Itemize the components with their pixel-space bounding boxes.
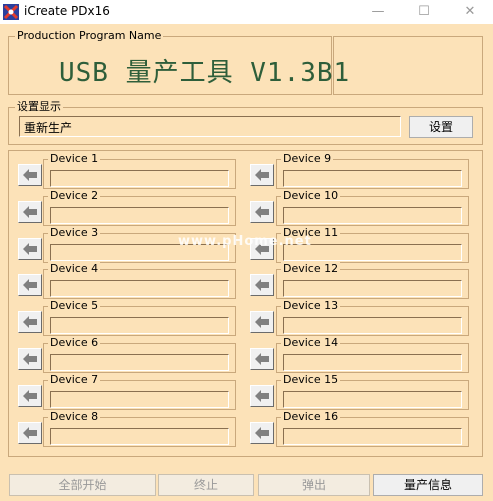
- device-slot: Device 15: [276, 373, 469, 410]
- device-label: Device 4: [48, 262, 101, 276]
- device-arrow-button[interactable]: [250, 422, 274, 444]
- device-status-field: [50, 428, 229, 445]
- device-label: Device 13: [281, 299, 341, 313]
- settings-value: 重新生产: [24, 121, 73, 135]
- device-label: Device 14: [281, 336, 341, 350]
- device-label: Device 9: [281, 152, 334, 166]
- device-arrow-button[interactable]: [18, 311, 42, 333]
- device-arrow-button[interactable]: [18, 238, 42, 260]
- minimize-button[interactable]: —: [355, 0, 401, 24]
- device-arrow-button[interactable]: [18, 274, 42, 296]
- device-status-field: [283, 280, 462, 297]
- left-arrow-icon: [23, 316, 37, 328]
- device-arrow-button[interactable]: [250, 311, 274, 333]
- device-slot: Device 6: [43, 336, 236, 373]
- device-label: Device 1: [48, 152, 101, 166]
- device-label: Device 7: [48, 373, 101, 387]
- device-status-field: [283, 317, 462, 334]
- close-button[interactable]: ✕: [447, 0, 493, 24]
- device-status-field: [283, 354, 462, 371]
- left-arrow-icon: [255, 169, 269, 181]
- watermark: www.pHome.net: [178, 234, 312, 249]
- device-status-field: [283, 170, 462, 187]
- device-slot: Device 7: [43, 373, 236, 410]
- device-slot: Device 12: [276, 262, 469, 299]
- title-bar: iCreate PDx16 — ☐ ✕: [0, 0, 493, 24]
- left-arrow-icon: [255, 279, 269, 291]
- device-label: Device 16: [281, 410, 341, 424]
- device-arrow-button[interactable]: [250, 385, 274, 407]
- device-label: Device 15: [281, 373, 341, 387]
- program-title: USB 量产工具 V1.3B1: [59, 58, 351, 88]
- device-status-field: [50, 207, 229, 224]
- window-title: iCreate PDx16: [24, 4, 110, 18]
- left-arrow-icon: [23, 427, 37, 439]
- device-status-field: [50, 317, 229, 334]
- app-logo-icon: [3, 4, 19, 20]
- left-arrow-icon: [255, 206, 269, 218]
- device-status-field: [50, 354, 229, 371]
- left-arrow-icon: [23, 243, 37, 255]
- production-info-button[interactable]: 量产信息: [373, 474, 483, 496]
- device-arrow-button[interactable]: [250, 348, 274, 370]
- device-arrow-button[interactable]: [18, 385, 42, 407]
- settings-label: 设置显示: [15, 100, 63, 114]
- device-status-field: [283, 391, 462, 408]
- device-slot: Device 10: [276, 189, 469, 226]
- device-label: Device 5: [48, 299, 101, 313]
- device-slot: Device 1: [43, 152, 236, 189]
- device-label: Device 8: [48, 410, 101, 424]
- settings-button[interactable]: 设置: [409, 116, 473, 138]
- device-arrow-button[interactable]: [250, 164, 274, 186]
- maximize-button[interactable]: ☐: [401, 0, 447, 24]
- device-arrow-button[interactable]: [250, 274, 274, 296]
- device-slot: Device 13: [276, 299, 469, 336]
- device-slot: Device 2: [43, 189, 236, 226]
- left-arrow-icon: [255, 316, 269, 328]
- device-arrow-button[interactable]: [18, 422, 42, 444]
- device-status-field: [283, 207, 462, 224]
- device-label: Device 12: [281, 262, 341, 276]
- program-name-label: Production Program Name: [15, 29, 164, 43]
- device-slot: Device 8: [43, 410, 236, 447]
- device-label: Device 2: [48, 189, 101, 203]
- device-status-field: [50, 391, 229, 408]
- device-status-field: [283, 428, 462, 445]
- device-slot: Device 4: [43, 262, 236, 299]
- eject-button[interactable]: 弹出: [258, 474, 370, 496]
- settings-display-field: 重新生产: [19, 116, 401, 137]
- left-arrow-icon: [255, 427, 269, 439]
- start-all-button[interactable]: 全部开始: [9, 474, 156, 496]
- device-slot: Device 5: [43, 299, 236, 336]
- program-extra-box: [333, 36, 483, 95]
- stop-button[interactable]: 终止: [158, 474, 254, 496]
- left-arrow-icon: [23, 169, 37, 181]
- device-arrow-button[interactable]: [18, 348, 42, 370]
- left-arrow-icon: [23, 279, 37, 291]
- device-slot: Device 14: [276, 336, 469, 373]
- device-label: Device 3: [48, 226, 101, 240]
- device-slot: Device 9: [276, 152, 469, 189]
- device-label: Device 6: [48, 336, 101, 350]
- left-arrow-icon: [23, 390, 37, 402]
- device-arrow-button[interactable]: [250, 201, 274, 223]
- left-arrow-icon: [23, 353, 37, 365]
- left-arrow-icon: [255, 390, 269, 402]
- device-arrow-button[interactable]: [18, 164, 42, 186]
- device-slot: Device 16: [276, 410, 469, 447]
- device-status-field: [50, 170, 229, 187]
- left-arrow-icon: [23, 206, 37, 218]
- device-status-field: [50, 280, 229, 297]
- device-arrow-button[interactable]: [18, 201, 42, 223]
- left-arrow-icon: [255, 353, 269, 365]
- device-label: Device 10: [281, 189, 341, 203]
